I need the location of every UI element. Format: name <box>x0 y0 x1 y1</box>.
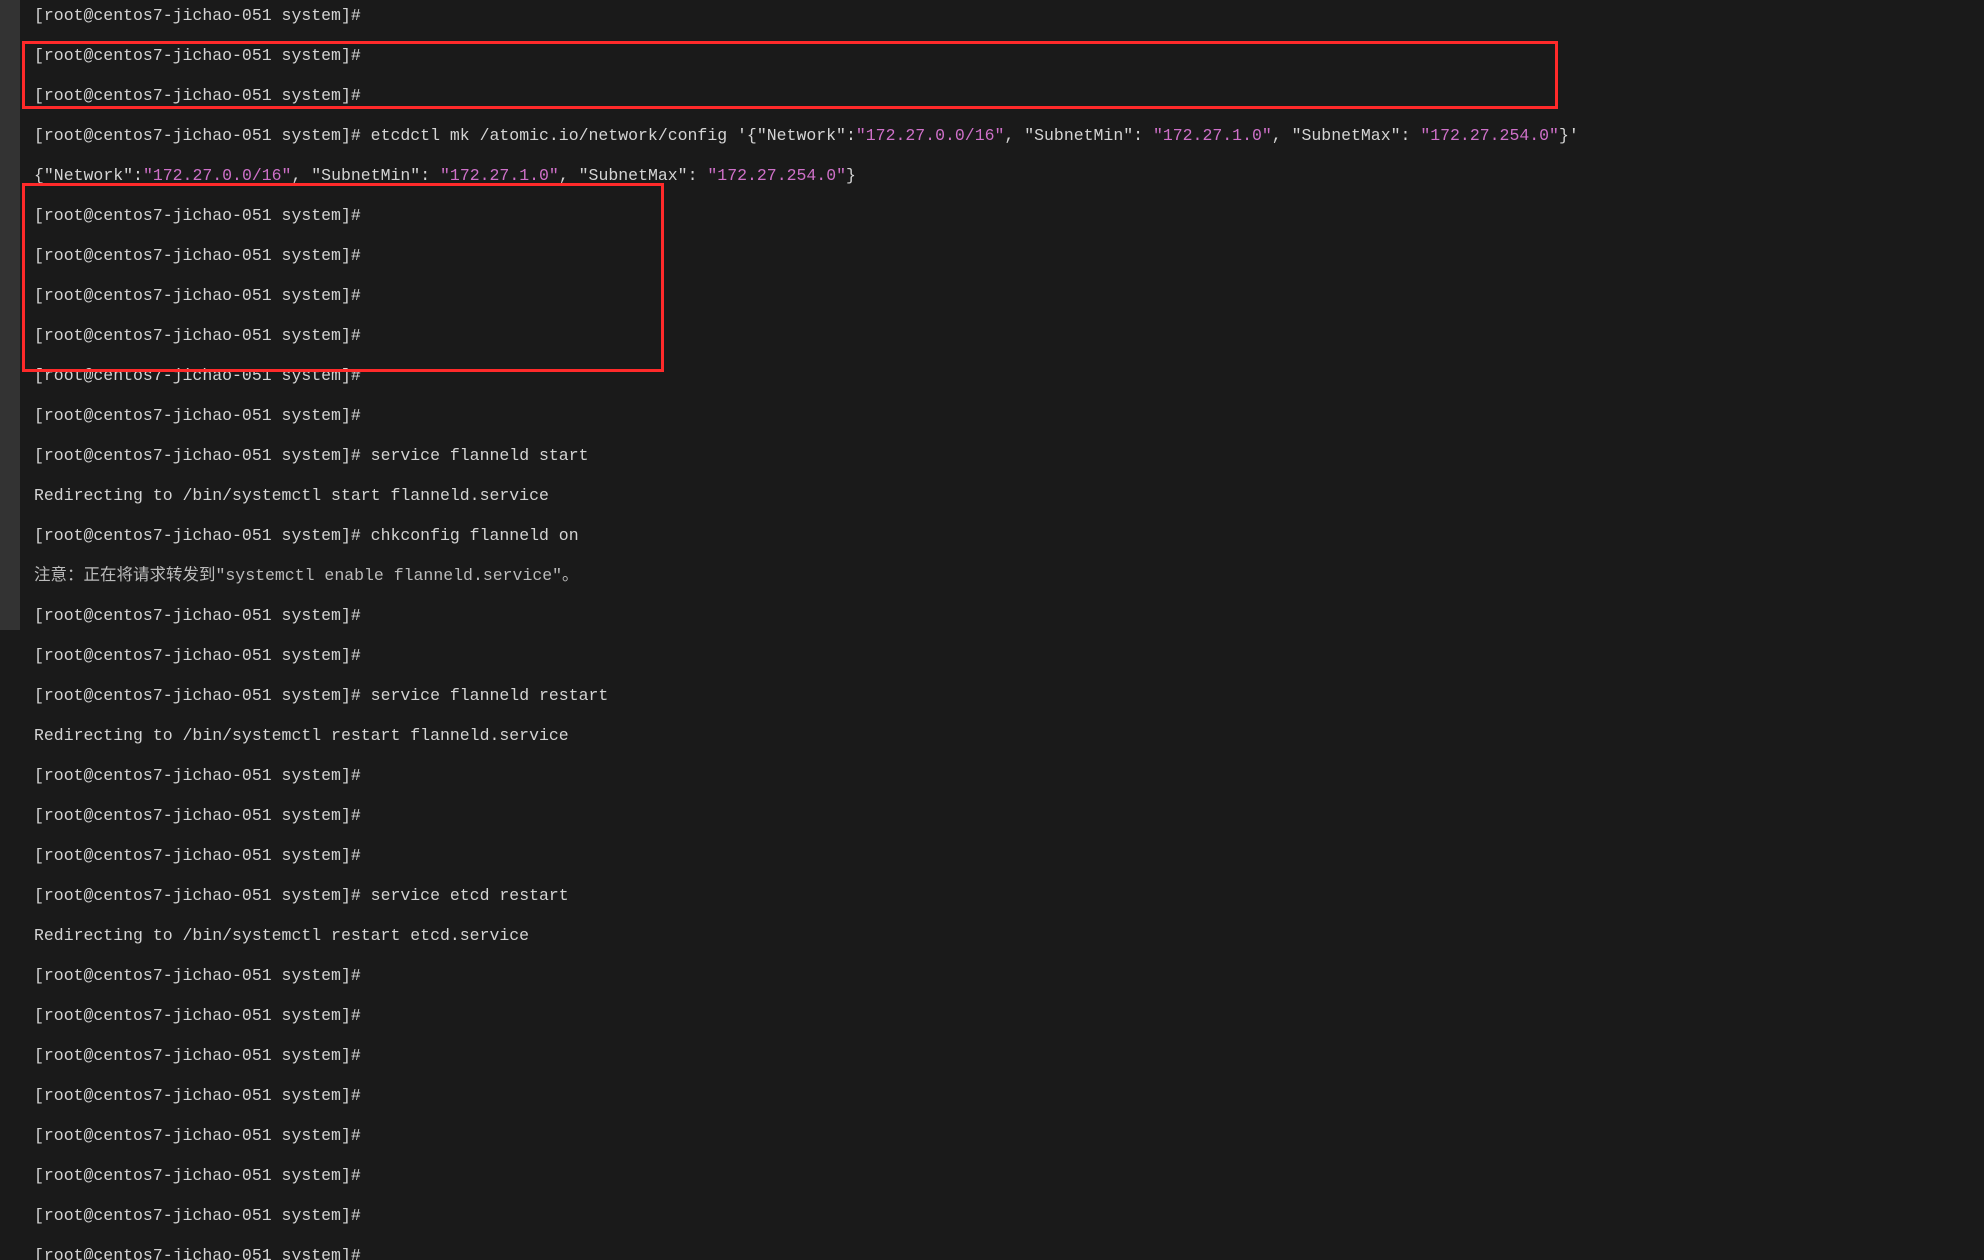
prompt-line: [root@centos7-jichao-051 system]# <box>34 246 361 265</box>
json-open: { <box>34 166 44 185</box>
etcdctl-command-line: [root@centos7-jichao-051 system]# etcdct… <box>34 126 1970 146</box>
json-value: "172.27.0.0/16" <box>856 126 1005 145</box>
terminal-output[interactable]: [root@centos7-jichao-051 system]# [root@… <box>20 0 1984 630</box>
json-key: "SubnetMax" <box>1292 126 1401 145</box>
prompt-line: [root@centos7-jichao-051 system]# <box>34 646 361 665</box>
output-redirect-start: Redirecting to /bin/systemctl start flan… <box>34 486 549 505</box>
json-key: "SubnetMin" <box>311 166 420 185</box>
prompt-line: [root@centos7-jichao-051 system]# <box>34 286 361 305</box>
prompt-line: [root@centos7-jichao-051 system]# <box>34 846 361 865</box>
prompt: [root@centos7-jichao-051 system]# <box>34 686 361 705</box>
json-end: }' <box>1559 126 1579 145</box>
json-key: "SubnetMax" <box>579 166 688 185</box>
prompt-line: [root@centos7-jichao-051 system]# <box>34 606 361 625</box>
prompt-line: [root@centos7-jichao-051 system]# <box>34 206 361 225</box>
prompt: [root@centos7-jichao-051 system]# <box>34 886 361 905</box>
prompt-line: [root@centos7-jichao-051 system]# <box>34 806 361 825</box>
json-sep: , <box>1004 126 1024 145</box>
output-redirect-restart-etcd: Redirecting to /bin/systemctl restart et… <box>34 926 529 945</box>
cmd-etcd-restart: service etcd restart <box>361 886 569 905</box>
prompt: [root@centos7-jichao-051 system]# <box>34 126 361 145</box>
cmd-chkconfig: chkconfig flanneld on <box>361 526 579 545</box>
json-colon: : <box>846 126 856 145</box>
json-colon: : <box>688 166 708 185</box>
etcdctl-response-line: {"Network":"172.27.0.0/16", "SubnetMin":… <box>34 166 1970 186</box>
prompt-line: [root@centos7-jichao-051 system]# <box>34 966 361 985</box>
json-colon: : <box>1133 126 1153 145</box>
json-value: "172.27.0.0/16" <box>143 166 292 185</box>
prompt-line: [root@centos7-jichao-051 system]# <box>34 406 361 425</box>
json-sep: , <box>1272 126 1292 145</box>
json-colon: : <box>420 166 440 185</box>
prompt-line: [root@centos7-jichao-051 system]# <box>34 86 361 105</box>
json-colon: : <box>1401 126 1421 145</box>
prompt-line: [root@centos7-jichao-051 system]# <box>34 46 361 65</box>
prompt: [root@centos7-jichao-051 system]# <box>34 526 361 545</box>
json-key: "SubnetMin" <box>1024 126 1133 145</box>
cmd-text: etcdctl mk /atomic.io/network/config '{ <box>361 126 757 145</box>
cmd-flanneld-restart: service flanneld restart <box>361 686 609 705</box>
prompt-line: [root@centos7-jichao-051 system]# <box>34 1006 361 1025</box>
editor-gutter <box>0 0 20 630</box>
json-colon: : <box>133 166 143 185</box>
output-redirect-restart-flanneld: Redirecting to /bin/systemctl restart fl… <box>34 726 569 745</box>
prompt: [root@centos7-jichao-051 system]# <box>34 446 361 465</box>
prompt-line: [root@centos7-jichao-051 system]# <box>34 1046 361 1065</box>
prompt-line: [root@centos7-jichao-051 system]# <box>34 1246 361 1260</box>
prompt-line: [root@centos7-jichao-051 system]# <box>34 326 361 345</box>
json-value: "172.27.1.0" <box>440 166 559 185</box>
json-value: "172.27.254.0" <box>707 166 846 185</box>
json-key: "Network" <box>44 166 133 185</box>
prompt-line: [root@centos7-jichao-051 system]# <box>34 366 361 385</box>
prompt-line: [root@centos7-jichao-051 system]# <box>34 6 361 25</box>
prompt-line: [root@centos7-jichao-051 system]# <box>34 1086 361 1105</box>
cmd-flanneld-start: service flanneld start <box>361 446 589 465</box>
prompt-line: [root@centos7-jichao-051 system]# <box>34 1166 361 1185</box>
json-value: "172.27.1.0" <box>1153 126 1272 145</box>
prompt-line: [root@centos7-jichao-051 system]# <box>34 1206 361 1225</box>
json-sep: , <box>559 166 579 185</box>
json-value: "172.27.254.0" <box>1420 126 1559 145</box>
json-key: "Network" <box>757 126 846 145</box>
prompt-line: [root@centos7-jichao-051 system]# <box>34 766 361 785</box>
output-chkconfig-note: 注意：正在将请求转发到"systemctl enable flanneld.se… <box>34 566 579 585</box>
prompt-line: [root@centos7-jichao-051 system]# <box>34 1126 361 1145</box>
json-sep: , <box>291 166 311 185</box>
json-close: } <box>846 166 856 185</box>
